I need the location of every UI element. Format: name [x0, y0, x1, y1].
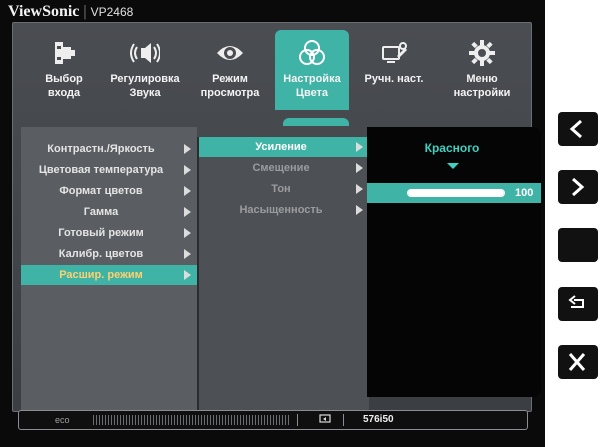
menu-item-contrast-brightness[interactable]: Контрастн./Яркость — [21, 139, 197, 159]
brand-logo: ViewSonic | VP2468 — [8, 3, 134, 20]
submenu-item-label: Усиление — [255, 141, 307, 153]
close-icon — [568, 353, 586, 371]
menu-item-label: Готовый режим — [58, 227, 144, 239]
slider-fill — [408, 190, 504, 196]
arrow-right-icon — [184, 144, 191, 154]
nav-label: Меню — [466, 73, 498, 85]
nav-label: входа — [47, 87, 81, 99]
menu-item-color-temperature[interactable]: Цветовая температура — [21, 160, 197, 180]
nav-label: Режим — [212, 73, 248, 85]
gain-slider-row[interactable]: 100 — [367, 183, 541, 203]
side-button-blank[interactable] — [558, 228, 598, 262]
brand-name: ViewSonic — [8, 3, 80, 20]
side-button-right[interactable] — [558, 170, 598, 204]
submenu-item-gain[interactable]: Усиление — [199, 137, 369, 157]
eco-indicator: eco — [55, 415, 70, 425]
model-name: VP2468 — [90, 5, 134, 19]
osd-panel: Выбор входа Регулировка Звука Режим прос… — [12, 22, 541, 417]
arrow-right-icon — [184, 207, 191, 217]
submenu-item-label: Насыщенность — [239, 204, 323, 216]
menu-item-preset-mode[interactable]: Готовый режим — [21, 223, 197, 243]
color-circles-icon — [297, 38, 327, 68]
submenu-item-offset[interactable]: Смещение — [199, 158, 369, 178]
nav-color-adjust[interactable]: Настройка Цвета — [275, 30, 349, 110]
nav-input-select[interactable]: Выбор входа — [27, 30, 101, 110]
menu-item-label: Калибр. цветов — [58, 248, 144, 260]
arrow-right-icon — [356, 205, 363, 215]
menu-item-advanced-mode[interactable]: Расшир. режим — [21, 265, 197, 285]
nav-audio[interactable]: Регулировка Звука — [105, 30, 185, 110]
nav-label: Настройка — [283, 73, 341, 85]
nav-setup-menu[interactable]: Меню настройки — [445, 30, 519, 110]
arrow-right-icon — [184, 228, 191, 238]
slider-value: 100 — [515, 187, 534, 199]
nav-label: Звука — [129, 87, 161, 99]
menu-item-label: Формат цветов — [59, 185, 143, 197]
speaker-icon — [130, 38, 161, 68]
advanced-submenu: Усиление Смещение Тон Насыщенность — [197, 137, 369, 417]
side-button-return[interactable] — [558, 287, 598, 321]
return-icon — [568, 295, 584, 308]
manual-adjust-icon — [379, 38, 409, 68]
brand-tab: ViewSonic | VP2468 — [0, 0, 192, 24]
input-source-icon — [319, 414, 331, 423]
osd-window: ViewSonic | VP2468 Выбор входа Регулировка… — [0, 0, 545, 447]
menu-item-label: Цветовая температура — [38, 164, 164, 176]
nav-label: просмотра — [200, 87, 260, 99]
value-panel: Красного 100 — [367, 127, 541, 397]
input-select-icon — [49, 38, 79, 68]
status-bar: eco 576i50 — [18, 410, 530, 432]
status-box: eco 576i50 — [18, 410, 528, 430]
triangle-down-icon — [447, 163, 459, 169]
submenu-item-label: Тон — [271, 183, 291, 195]
nav-label: Выбор — [45, 73, 83, 85]
menu-item-label: Контрастн./Яркость — [47, 143, 155, 155]
gear-icon — [467, 38, 497, 68]
divider — [297, 414, 298, 426]
arrow-right-icon — [356, 163, 363, 173]
arrow-right-icon — [356, 184, 363, 194]
submenu-item-hue[interactable]: Тон — [199, 179, 369, 199]
channel-label: Красного — [424, 141, 480, 155]
eco-level-bars — [93, 415, 289, 425]
divider — [343, 414, 344, 426]
nav-label: Ручн. наст. — [364, 73, 424, 85]
resolution-readout: 576i50 — [363, 414, 394, 425]
side-button-left[interactable] — [558, 112, 598, 146]
menu-item-gamma[interactable]: Гамма — [21, 202, 197, 222]
nav-label: Цвета — [295, 87, 329, 99]
menu-item-color-format[interactable]: Формат цветов — [21, 181, 197, 201]
menu-item-label: Гамма — [83, 206, 119, 218]
gain-slider[interactable] — [407, 189, 505, 197]
menu-item-color-calibration[interactable]: Калибр. цветов — [21, 244, 197, 264]
arrow-right-icon — [356, 142, 363, 152]
arrow-right-icon — [184, 249, 191, 259]
nav-label: настройки — [453, 87, 511, 99]
nav-view-mode[interactable]: Режим просмотра — [193, 30, 267, 110]
arrow-right-icon — [184, 186, 191, 196]
eye-icon — [215, 38, 245, 68]
top-nav: Выбор входа Регулировка Звука Режим прос… — [13, 23, 531, 115]
active-tab-notch — [283, 118, 349, 126]
submenu-item-label: Смещение — [252, 162, 310, 174]
side-button-close[interactable] — [558, 345, 598, 379]
chevron-right-icon — [572, 177, 585, 197]
menu-item-label: Расшир. режим — [59, 269, 143, 281]
arrow-right-icon — [184, 165, 191, 175]
chevron-left-icon — [569, 119, 582, 139]
arrow-right-icon — [184, 270, 191, 280]
nav-label: Регулировка — [110, 73, 180, 85]
nav-manual-adjust[interactable]: Ручн. наст. — [357, 30, 431, 110]
submenu-item-saturation[interactable]: Насыщенность — [199, 200, 369, 220]
color-menu: Контрастн./Яркость Цветовая температура … — [21, 127, 197, 417]
menu-area: Контрастн./Яркость Цветовая температура … — [21, 127, 542, 417]
